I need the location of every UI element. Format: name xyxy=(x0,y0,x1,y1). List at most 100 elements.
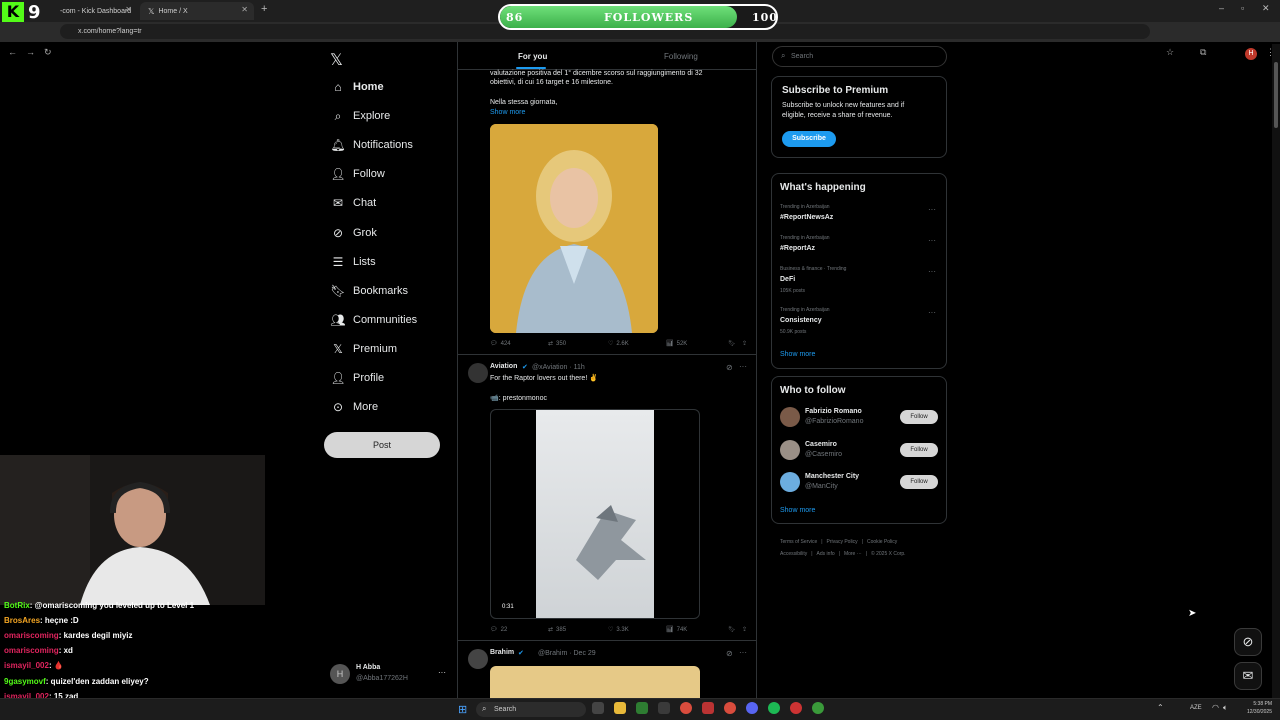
tweet-video[interactable]: 0:31 xyxy=(490,409,700,619)
follow-suggestion-name[interactable]: Casemiro xyxy=(805,441,837,448)
more-icon[interactable]: ··· xyxy=(739,648,747,657)
avatar[interactable] xyxy=(780,439,800,460)
search-input[interactable]: ⌕ Search xyxy=(772,46,947,67)
chat-username[interactable]: omariscoming xyxy=(4,631,59,640)
chat-username[interactable]: omariscoming xyxy=(4,646,59,655)
tweet-photo[interactable] xyxy=(490,124,658,333)
task-view-icon[interactable] xyxy=(592,702,604,714)
tweet-author-name[interactable]: Brahim xyxy=(490,649,514,656)
follow-button[interactable]: Follow xyxy=(900,410,938,424)
bookmark-icon[interactable]: 🔖︎ xyxy=(728,340,742,347)
sidebar-item-communities[interactable]: 👥︎ Communities xyxy=(330,309,417,331)
sidebar-item-premium[interactable]: 𝕏 Premium xyxy=(330,338,397,360)
follow-suggestion-name[interactable]: Manchester City xyxy=(805,473,859,480)
trend-topic[interactable]: #ReportNewsAz xyxy=(780,214,833,221)
sidebar-item-follow[interactable]: 👤︎ Follow xyxy=(330,163,384,185)
more-icon[interactable]: ··· xyxy=(928,205,936,214)
app-icon[interactable] xyxy=(812,702,824,714)
file-explorer-icon[interactable] xyxy=(614,702,626,714)
close-icon[interactable]: ✕ xyxy=(125,5,132,14)
trend-topic[interactable]: #ReportAz xyxy=(780,245,815,252)
trend-topic[interactable]: Consistency xyxy=(780,317,822,324)
discord-icon[interactable] xyxy=(746,702,758,714)
follow-button[interactable]: Follow xyxy=(900,475,938,489)
sidebar-item-more[interactable]: ⊙ More xyxy=(330,396,378,418)
chat-username[interactable]: 9gasymovf xyxy=(4,677,46,686)
close-window-icon[interactable]: ✕ xyxy=(1262,3,1270,14)
subscribe-button[interactable]: Subscribe xyxy=(782,131,836,147)
reload-icon[interactable]: ↻ xyxy=(44,47,52,58)
footer-link[interactable]: © 2025 X Corp. xyxy=(871,551,906,557)
footer-link[interactable]: Terms of Service xyxy=(780,539,817,545)
volume-icon[interactable]: 🔈︎ xyxy=(1223,703,1228,713)
app-icon[interactable] xyxy=(790,702,802,714)
close-icon[interactable]: ✕ xyxy=(241,5,248,14)
spotify-icon[interactable] xyxy=(768,702,780,714)
like-action[interactable]: ♡ 3.3K xyxy=(608,626,666,634)
sidebar-item-lists[interactable]: ☰ Lists xyxy=(330,251,376,273)
wifi-icon[interactable]: ◠ xyxy=(1212,703,1219,712)
share-icon[interactable]: ⇪ xyxy=(742,626,747,633)
app-icon[interactable] xyxy=(702,702,714,714)
avatar[interactable] xyxy=(468,649,488,669)
sidebar-item-profile[interactable]: 👤︎ Profile xyxy=(330,367,384,389)
chat-username[interactable]: BotRix xyxy=(4,601,30,610)
post-button[interactable]: Post xyxy=(324,432,440,458)
avatar[interactable] xyxy=(468,363,488,383)
grok-icon[interactable]: ⊘ xyxy=(726,649,733,658)
extensions-icon[interactable]: ⧉ xyxy=(1200,47,1206,58)
sidebar-item-bookmarks[interactable]: 🔖︎ Bookmarks xyxy=(330,280,408,302)
sidebar-item-home[interactable]: ⌂ Home xyxy=(330,76,383,98)
scrollbar[interactable] xyxy=(1272,44,1280,698)
back-icon[interactable]: ← xyxy=(8,47,17,57)
avatar[interactable] xyxy=(780,472,800,492)
grok-icon[interactable]: ⊘ xyxy=(1234,628,1262,656)
app-icon[interactable] xyxy=(636,702,648,714)
footer-link[interactable]: Ads info xyxy=(817,551,835,557)
sidebar-item-chat[interactable]: ✉ Chat xyxy=(330,192,376,214)
windows-start-icon[interactable]: ⊞ xyxy=(458,703,467,716)
like-action[interactable]: ♡ 2.6K xyxy=(608,340,666,348)
footer-link[interactable]: Cookie Policy xyxy=(867,539,897,545)
maximize-icon[interactable]: ▫ xyxy=(1241,3,1244,13)
new-tab-button[interactable]: + xyxy=(261,3,267,15)
follow-suggestion-name[interactable]: Fabrizio Romano xyxy=(805,408,862,415)
bookmark-star-icon[interactable]: ☆ xyxy=(1166,47,1174,58)
tweet-author-name[interactable]: Aviation xyxy=(490,363,517,370)
chat-username[interactable]: BrosAres xyxy=(4,616,40,625)
views-action[interactable]: 📊︎ 52K xyxy=(666,340,728,348)
views-action[interactable]: 📊︎ 74K xyxy=(666,626,728,634)
taskbar-search[interactable]: ⌕ Search xyxy=(476,702,586,717)
tab-for-you[interactable]: For you xyxy=(518,52,547,61)
tab-home-x[interactable]: 𝕏 Home / X ✕ xyxy=(140,2,254,20)
show-more-link[interactable]: Show more xyxy=(780,507,815,514)
more-icon[interactable]: ··· xyxy=(739,362,747,371)
more-icon[interactable]: ··· xyxy=(928,267,936,276)
app-icon[interactable] xyxy=(658,702,670,714)
clock-time[interactable]: 5:38 PM xyxy=(1244,701,1272,707)
clock-date[interactable]: 12/30/2025 xyxy=(1238,709,1272,715)
repost-action[interactable]: ⇄ 350 xyxy=(548,340,608,348)
footer-link[interactable]: Privacy Policy xyxy=(827,539,858,545)
show-more-link[interactable]: Show more xyxy=(780,351,815,358)
share-icon[interactable]: ⇪ xyxy=(742,340,747,347)
scrollbar-thumb[interactable] xyxy=(1274,62,1278,128)
sidebar-item-explore[interactable]: ⌕ Explore xyxy=(330,105,391,127)
repost-action[interactable]: ⇄ 385 xyxy=(548,626,608,634)
sidebar-item-grok[interactable]: ⊘ Grok xyxy=(330,222,377,244)
x-logo-icon[interactable]: 𝕏 xyxy=(330,50,343,70)
profile-avatar[interactable]: H xyxy=(1245,48,1257,60)
footer-link[interactable]: More ··· xyxy=(844,551,862,557)
language-indicator[interactable]: AZE xyxy=(1190,705,1202,711)
more-icon[interactable]: ··· xyxy=(928,236,936,245)
grok-icon[interactable]: ⊘ xyxy=(726,363,733,372)
tab-following[interactable]: Following xyxy=(664,52,698,61)
chrome-icon[interactable] xyxy=(724,702,736,714)
account-switcher[interactable]: H H Abba @Abba177262H ··· xyxy=(330,660,450,690)
reply-action[interactable]: 💬︎ 424 xyxy=(490,340,548,348)
messages-icon[interactable]: ✉ xyxy=(1234,662,1262,690)
bookmark-icon[interactable]: 🔖︎ xyxy=(728,626,742,633)
avatar[interactable] xyxy=(780,407,800,427)
tweet-media[interactable] xyxy=(490,666,700,698)
more-icon[interactable]: ··· xyxy=(438,668,446,677)
